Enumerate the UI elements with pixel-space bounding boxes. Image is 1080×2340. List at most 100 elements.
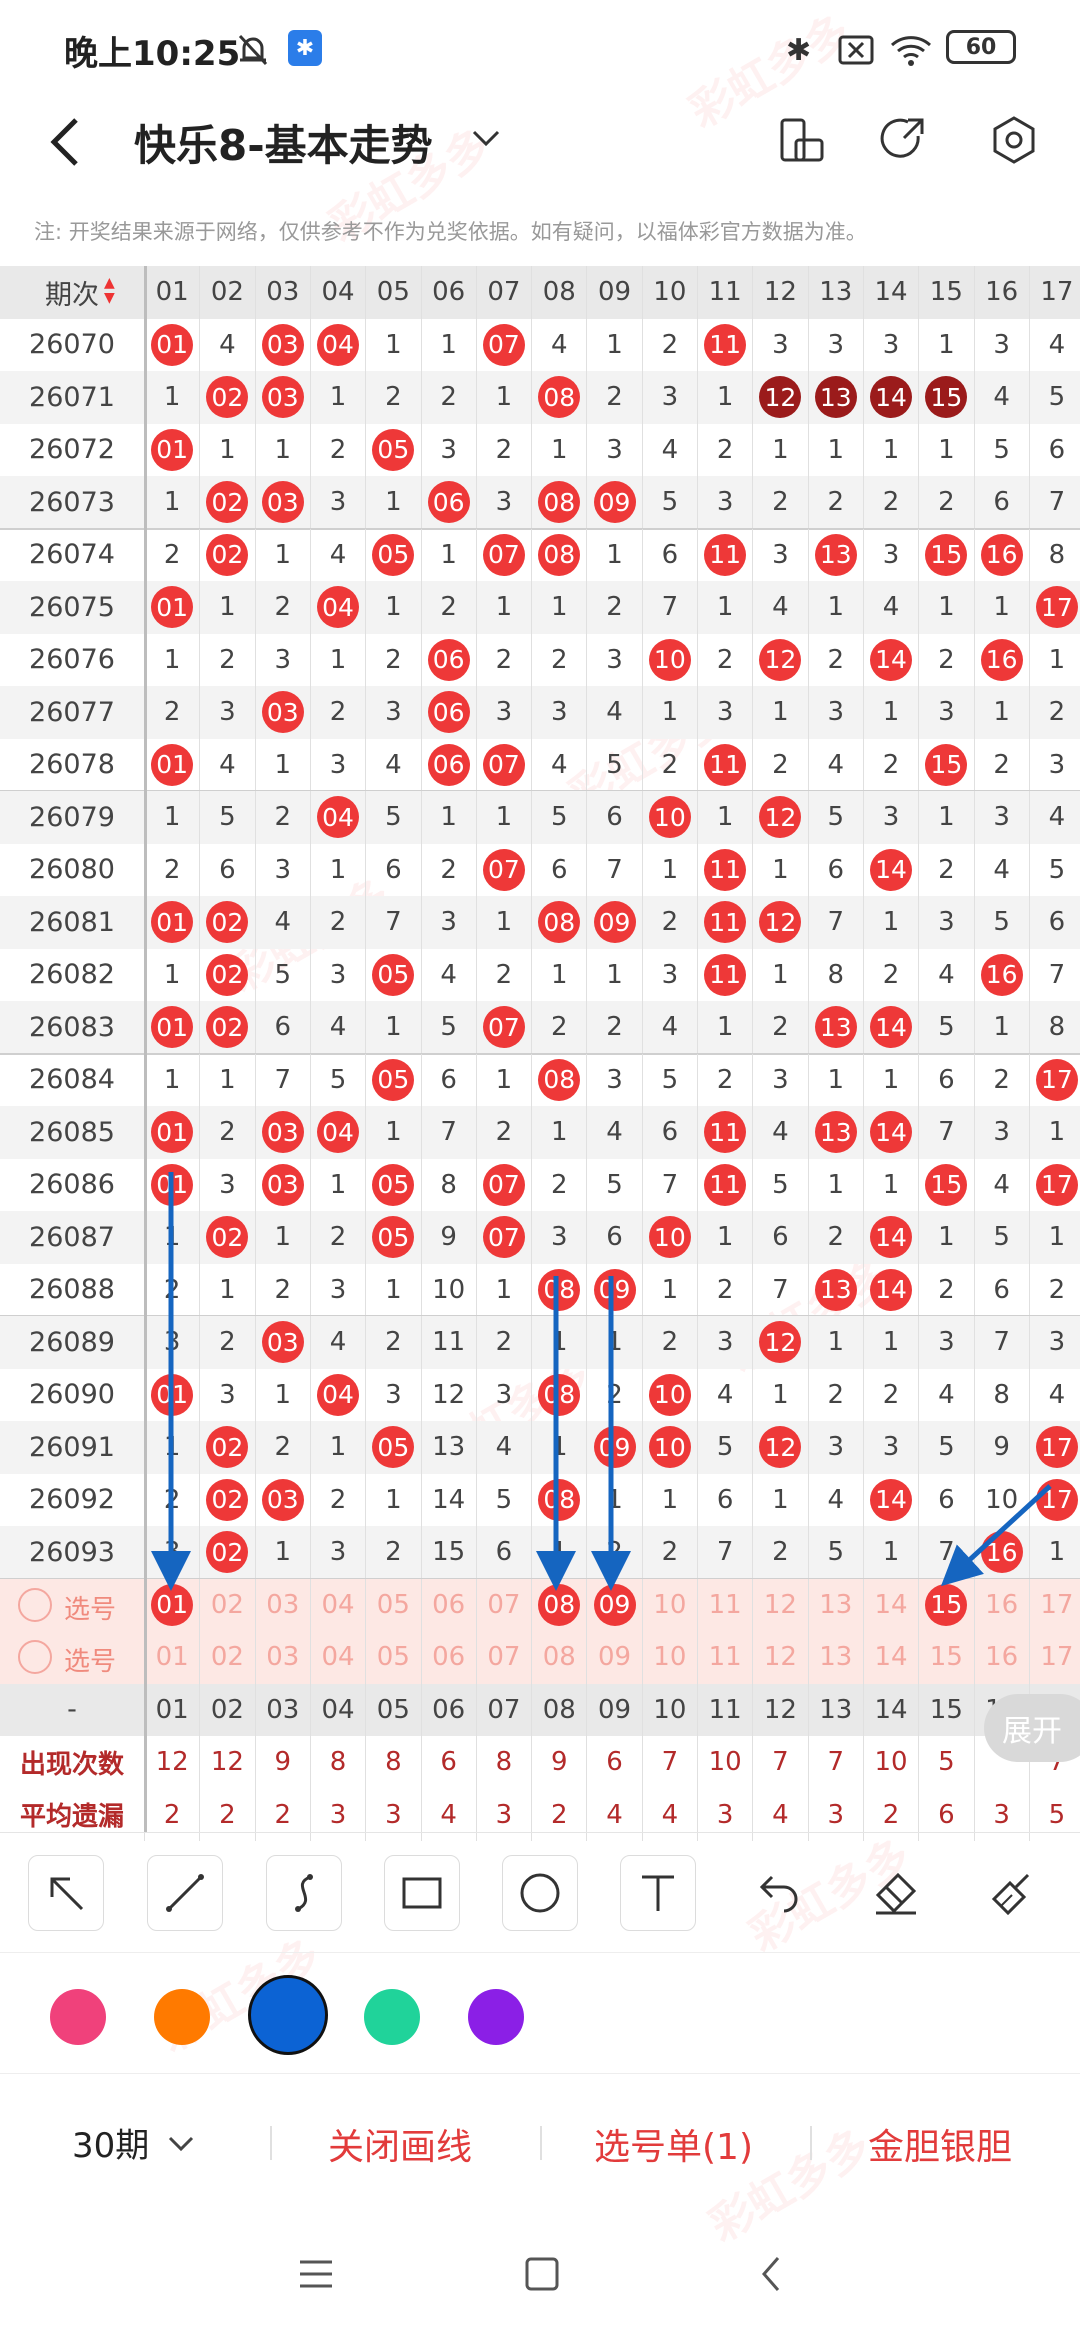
curve-tool[interactable] bbox=[266, 1855, 342, 1931]
page-title[interactable]: 快乐8-基本走势 bbox=[134, 112, 433, 173]
chevron-down-icon[interactable] bbox=[166, 2128, 196, 2158]
pick-number[interactable]: 08 bbox=[531, 1631, 586, 1684]
miss-count: 5 bbox=[661, 487, 679, 518]
back-nav-icon[interactable] bbox=[752, 2254, 792, 2294]
table-cell: 1 bbox=[752, 1368, 807, 1421]
pick-list-button[interactable]: 选号单(1) bbox=[594, 2118, 753, 2170]
line-tool[interactable] bbox=[147, 1855, 223, 1931]
pick-number[interactable]: 11 bbox=[697, 1631, 752, 1684]
pick-number[interactable]: 03 bbox=[254, 1578, 310, 1631]
pick-number[interactable]: 04 bbox=[309, 1631, 365, 1684]
table-cell: 7 bbox=[365, 896, 420, 949]
miss-count: 10 bbox=[985, 1484, 1019, 1515]
miss-count: 2 bbox=[219, 1117, 236, 1148]
share-icon[interactable] bbox=[878, 114, 930, 166]
miss-count: 3 bbox=[661, 382, 679, 413]
close-lines-button[interactable]: 关闭画线 bbox=[328, 2118, 472, 2170]
pick-number[interactable]: 01 bbox=[144, 1578, 199, 1631]
color-swatch[interactable] bbox=[364, 1989, 420, 2045]
pick-number[interactable]: 01 bbox=[144, 1631, 199, 1684]
drawn-number-ball: 05 bbox=[372, 953, 415, 996]
rectangle-tool[interactable] bbox=[384, 1855, 460, 1931]
pick-number[interactable]: 04 bbox=[309, 1578, 365, 1631]
rotate-screen-icon[interactable] bbox=[776, 114, 828, 166]
table-cell: 1 bbox=[752, 843, 807, 896]
back-icon[interactable] bbox=[46, 114, 86, 170]
miss-count: 1 bbox=[550, 959, 568, 990]
pick-number[interactable]: 06 bbox=[420, 1578, 476, 1631]
pick-number[interactable]: 16 bbox=[973, 1631, 1029, 1684]
table-cell: 1 bbox=[918, 581, 973, 634]
drawn-number-ball: 13 bbox=[814, 376, 857, 419]
pick-number[interactable]: 05 bbox=[365, 1631, 420, 1684]
pick-number[interactable]: 17 bbox=[1028, 1631, 1080, 1684]
home-icon[interactable] bbox=[522, 2254, 562, 2294]
drawn-number-ball: 15 bbox=[925, 533, 968, 576]
color-swatch[interactable] bbox=[50, 1989, 106, 2045]
pick-number[interactable]: 13 bbox=[807, 1578, 863, 1631]
table-cell: 01 bbox=[144, 738, 199, 791]
pick-number[interactable]: 05 bbox=[365, 1578, 420, 1631]
pick-number[interactable]: 09 bbox=[586, 1578, 641, 1631]
pick-number[interactable]: 09 bbox=[586, 1631, 641, 1684]
pick-number[interactable]: 02 bbox=[199, 1631, 254, 1684]
pick-number[interactable]: 16 bbox=[973, 1578, 1029, 1631]
table-cell: 5 bbox=[641, 1053, 697, 1106]
settings-icon[interactable] bbox=[988, 114, 1040, 166]
pick-number[interactable]: 06 bbox=[420, 1631, 476, 1684]
pick-number[interactable]: 02 bbox=[199, 1578, 254, 1631]
menu-icon[interactable] bbox=[296, 2254, 336, 2294]
pick-number[interactable]: 13 bbox=[807, 1631, 863, 1684]
table-cell: 6 bbox=[807, 843, 863, 896]
pick-number[interactable]: 03 bbox=[254, 1631, 310, 1684]
circle-tool[interactable] bbox=[502, 1855, 578, 1931]
eraser-tool[interactable] bbox=[858, 1855, 934, 1931]
expand-button[interactable]: 展开 bbox=[984, 1694, 1080, 1762]
undo-tool[interactable] bbox=[740, 1855, 816, 1931]
select-arrow-tool[interactable] bbox=[28, 1855, 104, 1931]
gold-silver-button[interactable]: 金胆银胆 bbox=[868, 2118, 1012, 2170]
pick-number[interactable]: 14 bbox=[862, 1631, 918, 1684]
miss-count: 2 bbox=[772, 749, 789, 780]
selected-number-ball[interactable]: 01 bbox=[151, 1583, 194, 1626]
miss-count: 1 bbox=[495, 802, 513, 833]
table-cell: 1 bbox=[254, 1526, 310, 1579]
table-cell: 8 bbox=[1028, 1001, 1080, 1054]
pick-radio[interactable] bbox=[18, 1587, 52, 1622]
pick-number[interactable]: 11 bbox=[697, 1578, 752, 1631]
color-swatch[interactable] bbox=[468, 1989, 524, 2045]
miss-count: 4 bbox=[329, 539, 347, 570]
selected-number-ball[interactable]: 09 bbox=[593, 1583, 636, 1626]
pick-number[interactable]: 10 bbox=[641, 1631, 697, 1684]
pick-number[interactable]: 17 bbox=[1028, 1578, 1080, 1631]
pick-number-label: 13 bbox=[819, 1642, 853, 1673]
selected-number-ball[interactable]: 08 bbox=[538, 1583, 581, 1626]
miss-count: 2 bbox=[606, 382, 623, 413]
chevron-down-icon[interactable] bbox=[470, 122, 502, 154]
table-cell: 4 bbox=[586, 686, 641, 739]
pick-number[interactable]: 07 bbox=[475, 1578, 531, 1631]
pick-number[interactable]: 14 bbox=[862, 1578, 918, 1631]
pick-number[interactable]: 15 bbox=[918, 1578, 973, 1631]
pick-number[interactable]: 07 bbox=[475, 1631, 531, 1684]
sort-icon[interactable]: ▲ ▼ bbox=[104, 276, 115, 306]
period-selector[interactable]: 30期 bbox=[72, 2118, 149, 2167]
color-swatch[interactable] bbox=[154, 1989, 210, 2045]
table-cell: 1 bbox=[254, 528, 310, 581]
pick-number[interactable]: 12 bbox=[752, 1631, 807, 1684]
pick-radio[interactable] bbox=[18, 1640, 52, 1674]
table-cell: 07 bbox=[475, 1158, 531, 1211]
text-tool[interactable] bbox=[620, 1855, 696, 1931]
pick-number[interactable]: 12 bbox=[752, 1578, 807, 1631]
pick-number[interactable]: 08 bbox=[531, 1578, 586, 1631]
miss-count: 7 bbox=[1048, 959, 1066, 990]
clear-tool[interactable] bbox=[976, 1855, 1052, 1931]
pick-number-label: 12 bbox=[763, 1589, 797, 1620]
issue-header[interactable]: 期次 bbox=[0, 266, 144, 319]
miss-count: 6 bbox=[993, 1274, 1010, 1305]
color-swatch[interactable] bbox=[248, 1975, 328, 2055]
selected-number-ball[interactable]: 15 bbox=[925, 1583, 968, 1626]
drawn-number-ball: 03 bbox=[261, 1321, 304, 1364]
pick-number[interactable]: 10 bbox=[641, 1578, 697, 1631]
pick-number[interactable]: 15 bbox=[918, 1631, 973, 1684]
